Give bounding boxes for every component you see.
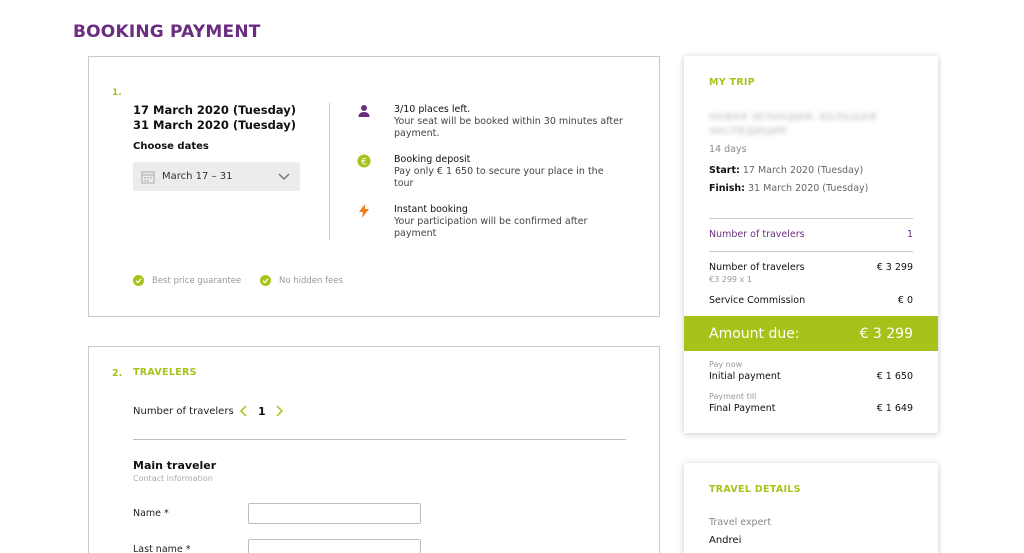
contact-info-label: Contact information xyxy=(133,474,213,483)
chevron-down-icon xyxy=(278,173,290,181)
travel-expert-name: Andrei xyxy=(709,535,742,546)
choose-dates-label: Choose dates xyxy=(133,141,209,152)
tour-name: НОВАЯ ЗЕЛАНДИЯ: БОЛЬШАЯ ЭКСПЕДИЦИЯ xyxy=(709,112,877,137)
final-payment-label: Final Payment xyxy=(709,403,776,414)
travelers-count: 1 xyxy=(258,405,266,418)
feature-title: 3/10 places left. xyxy=(394,104,471,115)
amount-due-label: Amount due: xyxy=(709,325,800,342)
person-icon xyxy=(358,105,370,117)
guarantee-text: No hidden fees xyxy=(279,275,343,286)
guarantee-text: Best price guarantee xyxy=(152,275,242,286)
divider xyxy=(709,251,913,252)
divider xyxy=(709,218,913,219)
finish-value: 31 March 2020 (Tuesday) xyxy=(748,183,869,194)
travel-expert-label: Travel expert xyxy=(709,517,772,528)
decrease-travelers-button[interactable] xyxy=(239,405,249,417)
final-payment-value: € 1 649 xyxy=(876,403,913,414)
price-note: €3 299 x 1 xyxy=(709,275,752,284)
pay-now-note: Pay now xyxy=(709,360,743,369)
travel-details-heading: TRAVEL DETAILS xyxy=(709,484,801,495)
dates-card: 1. 17 March 2020 (Tuesday) 31 March 2020… xyxy=(88,56,660,317)
final-payment-row: Final Payment € 1 649 xyxy=(709,403,913,414)
page-title: BOOKING PAYMENT xyxy=(73,22,261,42)
date-range-value: March 17 – 31 xyxy=(162,171,233,182)
travelers-count-row: Number of travelers 1 xyxy=(709,229,913,240)
commission-row: Service Commission € 0 xyxy=(709,295,913,306)
initial-payment-value: € 1 650 xyxy=(876,371,913,382)
amount-due-value: € 3 299 xyxy=(859,325,913,342)
travelers-heading: TRAVELERS xyxy=(133,367,197,378)
date-from: 17 March 2020 (Tuesday) xyxy=(133,103,296,117)
amount-due-bar: Amount due: € 3 299 xyxy=(684,316,938,351)
vertical-divider xyxy=(329,103,330,240)
feature-title: Booking deposit xyxy=(394,154,471,165)
commission-label: Service Commission xyxy=(709,295,806,306)
price-row: Number of travelers € 3 299 xyxy=(709,262,913,273)
feature-desc: Your participation will be confirmed aft… xyxy=(394,216,588,239)
initial-payment-row: Initial payment € 1 650 xyxy=(709,371,913,382)
finish-date-line: Finish: 31 March 2020 (Tuesday) xyxy=(709,183,868,194)
calendar-icon xyxy=(141,171,155,183)
last-name-label: Last name * xyxy=(133,544,191,553)
date-to: 31 March 2020 (Tuesday) xyxy=(133,118,296,132)
my-trip-heading: MY TRIP xyxy=(709,77,756,88)
travelers-count-label: Number of travelers xyxy=(133,406,234,417)
commission-value: € 0 xyxy=(897,295,913,306)
euro-coin-icon: € xyxy=(357,154,371,168)
feature-desc: Pay only € 1 650 to secure your place in… xyxy=(394,166,604,189)
start-label: Start: xyxy=(709,165,740,176)
main-traveler-heading: Main traveler xyxy=(133,459,217,472)
name-label: Name * xyxy=(133,508,169,519)
initial-payment-label: Initial payment xyxy=(709,371,781,382)
travelers-card: 2. TRAVELERS Number of travelers 1 Main … xyxy=(88,346,660,553)
price-value: € 3 299 xyxy=(876,262,913,273)
feature-title: Instant booking xyxy=(394,204,468,215)
step-number: 2. xyxy=(112,368,123,379)
name-field[interactable] xyxy=(248,503,421,524)
guarantee-best-price: Best price guarantee xyxy=(133,275,241,286)
svg-text:€: € xyxy=(361,157,367,167)
lightning-icon xyxy=(359,204,369,218)
last-name-field[interactable] xyxy=(248,539,421,553)
finish-label: Finish: xyxy=(709,183,745,194)
start-date-line: Start: 17 March 2020 (Tuesday) xyxy=(709,165,863,176)
guarantee-no-hidden-fees: No hidden fees xyxy=(260,275,343,286)
payment-till-note: Payment till xyxy=(709,392,757,401)
check-circle-icon xyxy=(260,275,271,286)
price-label: Number of travelers xyxy=(709,262,805,273)
feature-desc: Your seat will be booked within 30 minut… xyxy=(394,116,623,139)
date-range-select[interactable]: March 17 – 31 xyxy=(133,162,300,191)
my-trip-panel: MY TRIP НОВАЯ ЗЕЛАНДИЯ: БОЛЬШАЯ ЭКСПЕДИЦ… xyxy=(684,56,938,433)
travelers-count-label: Number of travelers xyxy=(709,229,805,240)
travelers-count-value: 1 xyxy=(906,229,913,240)
start-value: 17 March 2020 (Tuesday) xyxy=(742,165,864,176)
trip-duration: 14 days xyxy=(709,144,747,155)
travel-details-panel: TRAVEL DETAILS Travel expert Andrei xyxy=(684,463,938,553)
step-number: 1. xyxy=(112,88,122,98)
increase-travelers-button[interactable] xyxy=(274,405,284,417)
section-divider xyxy=(133,439,626,440)
check-circle-icon xyxy=(133,275,144,286)
